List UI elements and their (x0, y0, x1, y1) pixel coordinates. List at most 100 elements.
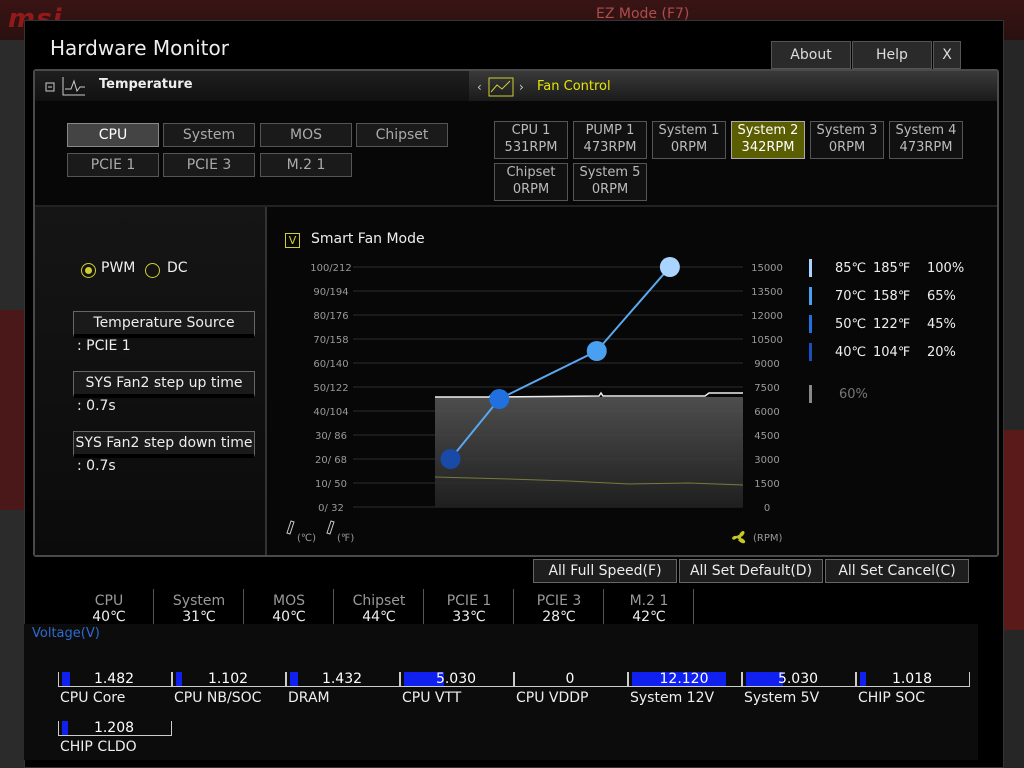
right-tick-label: 1500 (754, 479, 779, 490)
voltage-value: 0 (565, 671, 575, 687)
thermometer-c-icon (286, 520, 295, 535)
sensor-button[interactable]: M.2 1 (260, 153, 352, 177)
all-full-speed-button[interactable]: All Full Speed(F) (533, 559, 677, 583)
temp-name: PCIE 3 (536, 593, 582, 609)
voltage-label: CPU VDDP (516, 690, 589, 706)
temperature-source-button[interactable]: Temperature Source (73, 311, 255, 338)
voltage-item: 1.482 CPU Core (58, 668, 172, 712)
voltage-value: 5.030 (435, 671, 477, 687)
voltage-item: 5.030 System 5V (742, 668, 856, 712)
smart-fan-mode-label: Smart Fan Mode (311, 231, 425, 247)
temp-name: PCIE 1 (446, 593, 492, 609)
fan-name: System 4 (895, 123, 957, 138)
voltage-label: CPU NB/SOC (174, 690, 262, 706)
right-tick-label: 0 (764, 503, 770, 514)
right-tick-label: 10500 (751, 335, 783, 346)
left-tick-label: 40/104 (313, 407, 348, 418)
sensor-button[interactable]: PCIE 3 (163, 153, 255, 177)
right-tick-label: 6000 (754, 407, 779, 418)
left-tick-label: 60/140 (313, 359, 348, 370)
legend-temp-f: 158℉ (873, 289, 911, 304)
pwm-radio[interactable] (81, 263, 96, 278)
left-tick-label: 90/194 (313, 287, 348, 298)
fan-button[interactable]: System 2 342RPM (731, 121, 805, 159)
close-button[interactable]: X (933, 41, 961, 69)
fan-settings-pane: PWM DC Temperature Source : PCIE 1 SYS F… (35, 207, 265, 555)
fan-name: CPU 1 (511, 123, 551, 138)
tab-fan-control[interactable]: Fan Control (537, 79, 611, 94)
fan-curve-chart[interactable]: 100/212 1500090/194 1350080/176 1200070/158… (269, 249, 809, 549)
fan-rpm: 473RPM (583, 140, 637, 155)
help-button[interactable]: Help (852, 41, 932, 69)
fan-button[interactable]: System 5 0RPM (573, 163, 647, 201)
all-set-default-button[interactable]: All Set Default(D) (679, 559, 823, 583)
all-set-cancel-button[interactable]: All Set Cancel(C) (825, 559, 969, 583)
sensor-button[interactable]: PCIE 1 (67, 153, 159, 177)
fan-name: PUMP 1 (585, 123, 635, 138)
rpm-history-area (435, 397, 743, 507)
left-tick-label: 100/212 (310, 263, 352, 274)
legend-color-bar (809, 259, 812, 277)
pane-divider (265, 207, 267, 555)
legend-duty: 100% (927, 261, 965, 276)
step-down-time-button[interactable]: SYS Fan2 step down time (73, 431, 255, 458)
step-up-time-button[interactable]: SYS Fan2 step up time (73, 371, 255, 398)
unit-rpm: (RPM) (753, 533, 783, 544)
fan-name: System 5 (579, 165, 641, 180)
voltage-label: CHIP CLDO (60, 739, 137, 755)
temp-celsius: 42℃ (632, 609, 666, 625)
sensor-button[interactable]: CPU (67, 123, 159, 147)
temp-name: System (172, 593, 226, 609)
thermometer-f-icon (326, 520, 335, 535)
tab-temperature[interactable]: Temperature (99, 77, 193, 92)
voltage-item: 12.120 System 12V (628, 668, 742, 712)
svg-text:›: › (519, 80, 524, 94)
sensor-button[interactable]: System (163, 123, 255, 147)
voltage-value: 5.030 (777, 671, 819, 687)
temp-celsius: 40℃ (272, 609, 306, 625)
legend-temp-c: 85℃ (835, 261, 867, 276)
fan-button[interactable]: System 3 0RPM (810, 121, 884, 159)
temp-name: CPU (94, 593, 124, 609)
fan-button[interactable]: PUMP 1 473RPM (573, 121, 647, 159)
fan-button[interactable]: System 1 0RPM (652, 121, 726, 159)
dc-radio[interactable] (145, 263, 160, 278)
voltage-item: 1.208 CHIP CLDO (58, 717, 172, 761)
smart-fan-mode-checkbox[interactable]: V (285, 233, 300, 248)
fan-curve-point[interactable] (659, 257, 680, 277)
sensor-button[interactable]: MOS (260, 123, 352, 147)
fan-curve-point[interactable] (489, 389, 510, 409)
left-tick-label: 30/ 86 (315, 431, 347, 442)
voltage-label: CPU VTT (402, 690, 462, 706)
temp-name: MOS (273, 593, 305, 609)
left-tick-label: 0/ 32 (318, 503, 344, 514)
fan-rpm: 0RPM (828, 140, 866, 155)
temperature-source-value: : PCIE 1 (77, 338, 131, 354)
temp-celsius: 40℃ (92, 609, 126, 625)
fan-curve-point[interactable] (440, 449, 461, 469)
fan-button[interactable]: Chipset 0RPM (494, 163, 568, 201)
fan-rpm: 473RPM (899, 140, 953, 155)
right-tick-label: 9000 (754, 359, 779, 370)
fan-name: Chipset (506, 165, 556, 180)
rpm-history-line (435, 391, 743, 398)
legend-temp-c: 40℃ (835, 345, 867, 360)
fan-rpm: 0RPM (670, 140, 708, 155)
voltage-item: 5.030 CPU VTT (400, 668, 514, 712)
voltage-value: 1.208 (93, 720, 135, 736)
fan-curve-point[interactable] (586, 341, 607, 361)
left-tick-label: 80/176 (313, 311, 348, 322)
about-button[interactable]: About (771, 41, 851, 69)
voltage-value: 1.102 (207, 671, 249, 687)
voltage-label: CPU Core (60, 690, 126, 706)
step-up-time-value: : 0.7s (77, 398, 116, 414)
temp-name: Chipset (352, 593, 406, 609)
fan-name: System 1 (658, 123, 720, 138)
left-tick-label: 10/ 50 (315, 479, 347, 490)
voltage-value: 1.432 (321, 671, 363, 687)
fan-button[interactable]: System 4 473RPM (889, 121, 963, 159)
sensor-button[interactable]: Chipset (356, 123, 448, 147)
fan-rpm: 0RPM (591, 182, 629, 197)
dc-label: DC (167, 260, 188, 276)
fan-button[interactable]: CPU 1 531RPM (494, 121, 568, 159)
